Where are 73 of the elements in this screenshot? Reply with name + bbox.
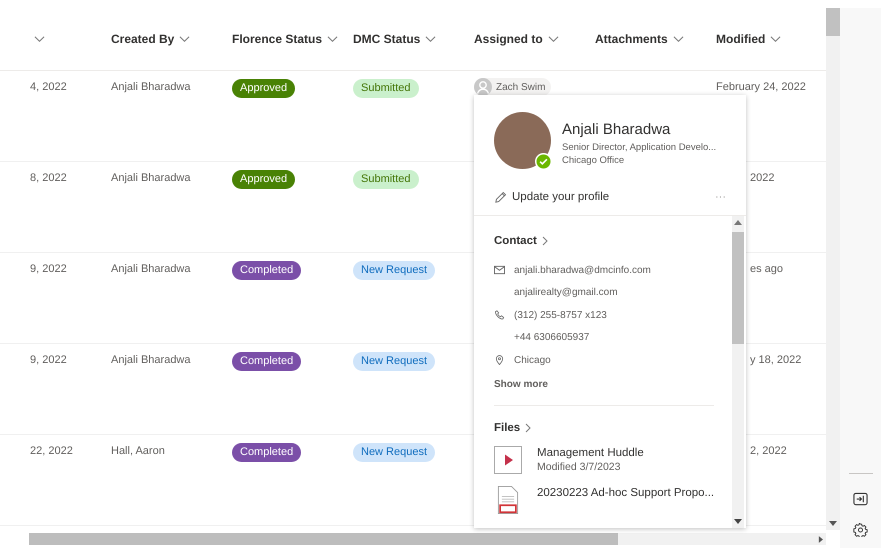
files-heading[interactable]: Files [494, 422, 532, 434]
mail-icon [494, 265, 505, 276]
status-pill: New Request [353, 352, 436, 371]
contact-detail[interactable]: anjali.bharadwa@dmcinfo.com [514, 264, 651, 276]
date-text: y 18, 2022 [750, 354, 802, 366]
scrollbar-thumb[interactable] [826, 8, 840, 36]
contact-detail[interactable]: anjalirealty@gmail.com [514, 287, 618, 298]
date-text: February 24, 2022 [716, 81, 806, 93]
chevron-down-icon[interactable] [179, 35, 190, 43]
date-text: 9, 2022 [30, 263, 67, 275]
contact-detail[interactable]: (312) 255-8757 x123 [514, 310, 607, 321]
chevron-right-icon [542, 236, 548, 246]
status-pill: Completed [232, 443, 302, 462]
date-text: 8, 2022 [30, 172, 67, 184]
vertical-scrollbar[interactable] [826, 8, 840, 530]
date-text: 2022 [750, 172, 774, 184]
date-text: 9, 2022 [30, 354, 67, 366]
status-pill: Completed [232, 261, 302, 280]
scrollbar-thumb[interactable] [29, 533, 618, 545]
person-name: Anjali Bharadwa [111, 263, 190, 275]
person-chip[interactable]: Zach Swim [474, 78, 552, 96]
chevron-down-icon[interactable] [425, 35, 436, 43]
pencil-icon [494, 190, 507, 204]
show-more-link[interactable]: Show more [494, 378, 548, 390]
chevron-right-icon [525, 422, 532, 432]
status-pill: Approved [232, 170, 296, 189]
file-name[interactable]: Management Huddle [537, 446, 644, 458]
status-pill: Approved [232, 79, 296, 98]
update-profile-link[interactable]: Update your profile [494, 190, 610, 204]
column-header[interactable]: DMC Status [353, 32, 420, 46]
contact-heading[interactable]: Contact [494, 235, 548, 247]
date-text: 22, 2022 [30, 445, 73, 457]
date-text: 2, 2022 [750, 445, 787, 457]
person-name: Anjali Bharadwa [111, 172, 190, 184]
scroll-right-icon[interactable] [818, 536, 823, 542]
scroll-down-icon[interactable] [829, 520, 837, 526]
person-name: Hall, Aaron [111, 445, 165, 457]
status-pill: Submitted [353, 170, 419, 189]
status-pill: Submitted [353, 79, 419, 98]
office-location: Chicago Office [562, 154, 626, 167]
chevron-down-icon[interactable] [548, 35, 559, 43]
card-scrollbar[interactable] [732, 216, 744, 528]
chevron-down-icon[interactable] [770, 35, 782, 43]
scroll-up-icon[interactable] [734, 220, 742, 226]
date-text: es ago [750, 263, 784, 275]
phone-icon [494, 310, 505, 320]
scrollbar-thumb[interactable] [732, 232, 744, 344]
file-name[interactable]: 20230223 Ad-hoc Support Propo... [537, 486, 714, 498]
chevron-down-icon[interactable] [327, 35, 338, 43]
job-title: Senior Director, Application Develo... [562, 141, 716, 154]
person-name: Anjali Bharadwa [111, 354, 190, 366]
status-pill: New Request [353, 261, 436, 280]
chevron-down-icon[interactable] [672, 35, 684, 43]
scroll-down-icon[interactable] [734, 518, 742, 524]
column-header[interactable]: Florence Status [232, 32, 322, 46]
column-header[interactable]: Modified [716, 32, 766, 46]
contact-detail[interactable]: +44 6306605937 [514, 332, 590, 344]
file-modified-date: Modified 3/7/2023 [537, 460, 622, 472]
chevron-down-icon[interactable] [34, 35, 45, 43]
panel-collapse-icon[interactable] [853, 492, 868, 506]
column-header[interactable]: Attachments [595, 32, 668, 46]
person-name: Anjali Bharadwa [111, 81, 190, 93]
column-header[interactable]: Created By [111, 32, 174, 46]
horizontal-scrollbar[interactable] [29, 533, 826, 545]
status-pill: Completed [232, 352, 302, 371]
location-pin-icon [494, 355, 505, 366]
contact-detail[interactable]: Chicago [514, 354, 551, 366]
column-header[interactable]: Assigned to [474, 32, 543, 46]
video-file-icon [494, 446, 522, 474]
status-pill: New Request [353, 443, 436, 462]
date-text: 4, 2022 [30, 81, 67, 93]
settings-icon[interactable] [853, 523, 868, 537]
profile-name: Anjali Bharadwa [562, 121, 672, 138]
